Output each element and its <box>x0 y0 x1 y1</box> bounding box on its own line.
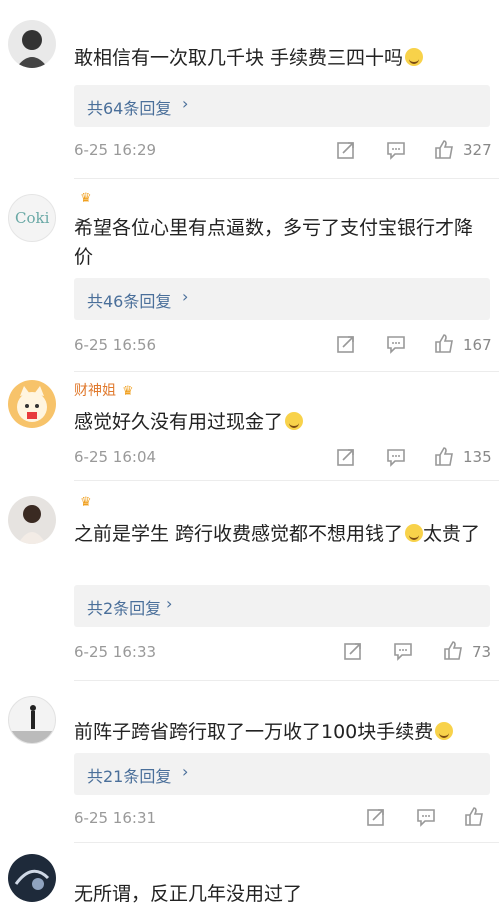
avatar[interactable] <box>8 696 56 744</box>
avatar[interactable] <box>8 20 56 68</box>
like-count: 167 <box>463 336 492 354</box>
timestamp: 6-25 16:04 <box>74 448 157 466</box>
thumbs-up-icon[interactable] <box>463 805 485 827</box>
username-text: 财神姐 <box>74 383 116 399</box>
thumbs-up-icon[interactable] <box>433 332 455 354</box>
comment-5: 前阵子跨省跨行取了一万收了100块手续费 共21条回复 › 6-25 16:31 <box>0 682 499 843</box>
timestamp: 6-25 16:31 <box>74 809 157 827</box>
avatar[interactable] <box>8 854 56 902</box>
vip-crown-icon: ♛ <box>122 384 134 399</box>
avatar-text: Coki <box>15 209 50 227</box>
avatar[interactable] <box>8 496 56 544</box>
avatar-image <box>14 869 50 890</box>
comment-3: 财神姐 ♛ 感觉好久没有用过现金了 6-25 16:04 135 <box>0 372 499 482</box>
share-icon[interactable] <box>335 139 357 161</box>
avatar[interactable] <box>8 380 56 428</box>
comment-text-body: 之前是学生 跨行收费感觉都不想用钱了 <box>74 523 404 545</box>
comment-text-body: 敢相信有一次取几千块 手续费三四十吗 <box>74 47 404 69</box>
timestamp: 6-25 16:56 <box>74 336 157 354</box>
chevron-right-icon: › <box>182 287 189 306</box>
chevron-right-icon: › <box>166 594 173 613</box>
comment-2: Coki ♛ 希望各位心里有点逼数，多亏了支付宝银行才降价 共46条回复 › 6… <box>0 180 499 372</box>
username[interactable]: ♛ <box>74 190 92 206</box>
share-icon[interactable] <box>365 806 387 828</box>
replies-link[interactable]: 共64条回复 › <box>74 85 490 127</box>
thumbs-up-icon[interactable] <box>442 639 464 661</box>
thumbs-up-icon[interactable] <box>433 445 455 467</box>
emoji-icon <box>285 412 304 430</box>
username[interactable]: ♛ <box>74 494 92 510</box>
chevron-right-icon: › <box>182 94 189 113</box>
comment-icon[interactable] <box>392 640 414 662</box>
comment-text: 前阵子跨省跨行取了一万收了100块手续费 <box>74 718 484 747</box>
vip-crown-icon: ♛ <box>80 191 92 206</box>
share-icon[interactable] <box>335 446 357 468</box>
divider <box>74 480 499 481</box>
username[interactable]: 财神姐 ♛ <box>74 380 134 400</box>
emoji-icon <box>405 524 424 542</box>
avatar-image <box>18 505 46 544</box>
divider <box>74 178 499 179</box>
share-icon[interactable] <box>342 640 364 662</box>
timestamp: 6-25 16:29 <box>74 141 157 159</box>
emoji-icon <box>405 48 424 66</box>
replies-link[interactable]: 共46条回复 › <box>74 278 490 320</box>
like-count: 135 <box>463 448 492 466</box>
comment-icon[interactable] <box>385 446 407 468</box>
comment-icon[interactable] <box>385 333 407 355</box>
comment-text-body: 感觉好久没有用过现金了 <box>74 411 284 433</box>
comment-icon[interactable] <box>385 139 407 161</box>
replies-link[interactable]: 共2条回复 › <box>74 585 490 627</box>
vip-crown-icon: ♛ <box>80 495 92 510</box>
replies-count: 共21条回复 <box>87 767 172 786</box>
emoji-icon <box>435 722 454 740</box>
comment-6: 无所谓，反正几年没用过了 <box>0 846 499 916</box>
comment-text-tail: 太贵了 <box>423 523 481 545</box>
divider <box>74 680 499 681</box>
comment-text: 希望各位心里有点逼数，多亏了支付宝银行才降价 <box>74 217 474 268</box>
avatar-image <box>16 30 48 68</box>
comment-1: 敢相信有一次取几千块 手续费三四十吗 共64条回复 › 6-25 16:29 3… <box>0 0 499 180</box>
replies-link[interactable]: 共21条回复 › <box>74 753 490 795</box>
comment-text: 之前是学生 跨行收费感觉都不想用钱了 太贵了 <box>74 520 484 549</box>
comment-text: 敢相信有一次取几千块 手续费三四十吗 <box>74 44 484 73</box>
comment-4: ♛ 之前是学生 跨行收费感觉都不想用钱了 太贵了 共2条回复 › 6-25 16:… <box>0 482 499 682</box>
replies-count: 共2条回复 <box>87 599 162 618</box>
like-count: 327 <box>463 141 492 159</box>
replies-count: 共46条回复 <box>87 292 172 311</box>
avatar-image <box>17 386 47 422</box>
thumbs-up-icon[interactable] <box>433 138 455 160</box>
comment-icon[interactable] <box>415 806 437 828</box>
comment-text-body: 前阵子跨省跨行取了一万收了100块手续费 <box>74 721 434 743</box>
replies-count: 共64条回复 <box>87 99 172 118</box>
comment-text: 感觉好久没有用过现金了 <box>74 408 484 437</box>
chevron-right-icon: › <box>182 762 189 781</box>
divider <box>74 842 499 843</box>
avatar[interactable]: Coki <box>8 194 56 242</box>
share-icon[interactable] <box>335 333 357 355</box>
timestamp: 6-25 16:33 <box>74 643 157 661</box>
comment-text: 无所谓，反正几年没用过了 <box>74 883 303 905</box>
avatar-image <box>9 705 55 743</box>
like-count: 73 <box>472 643 492 661</box>
